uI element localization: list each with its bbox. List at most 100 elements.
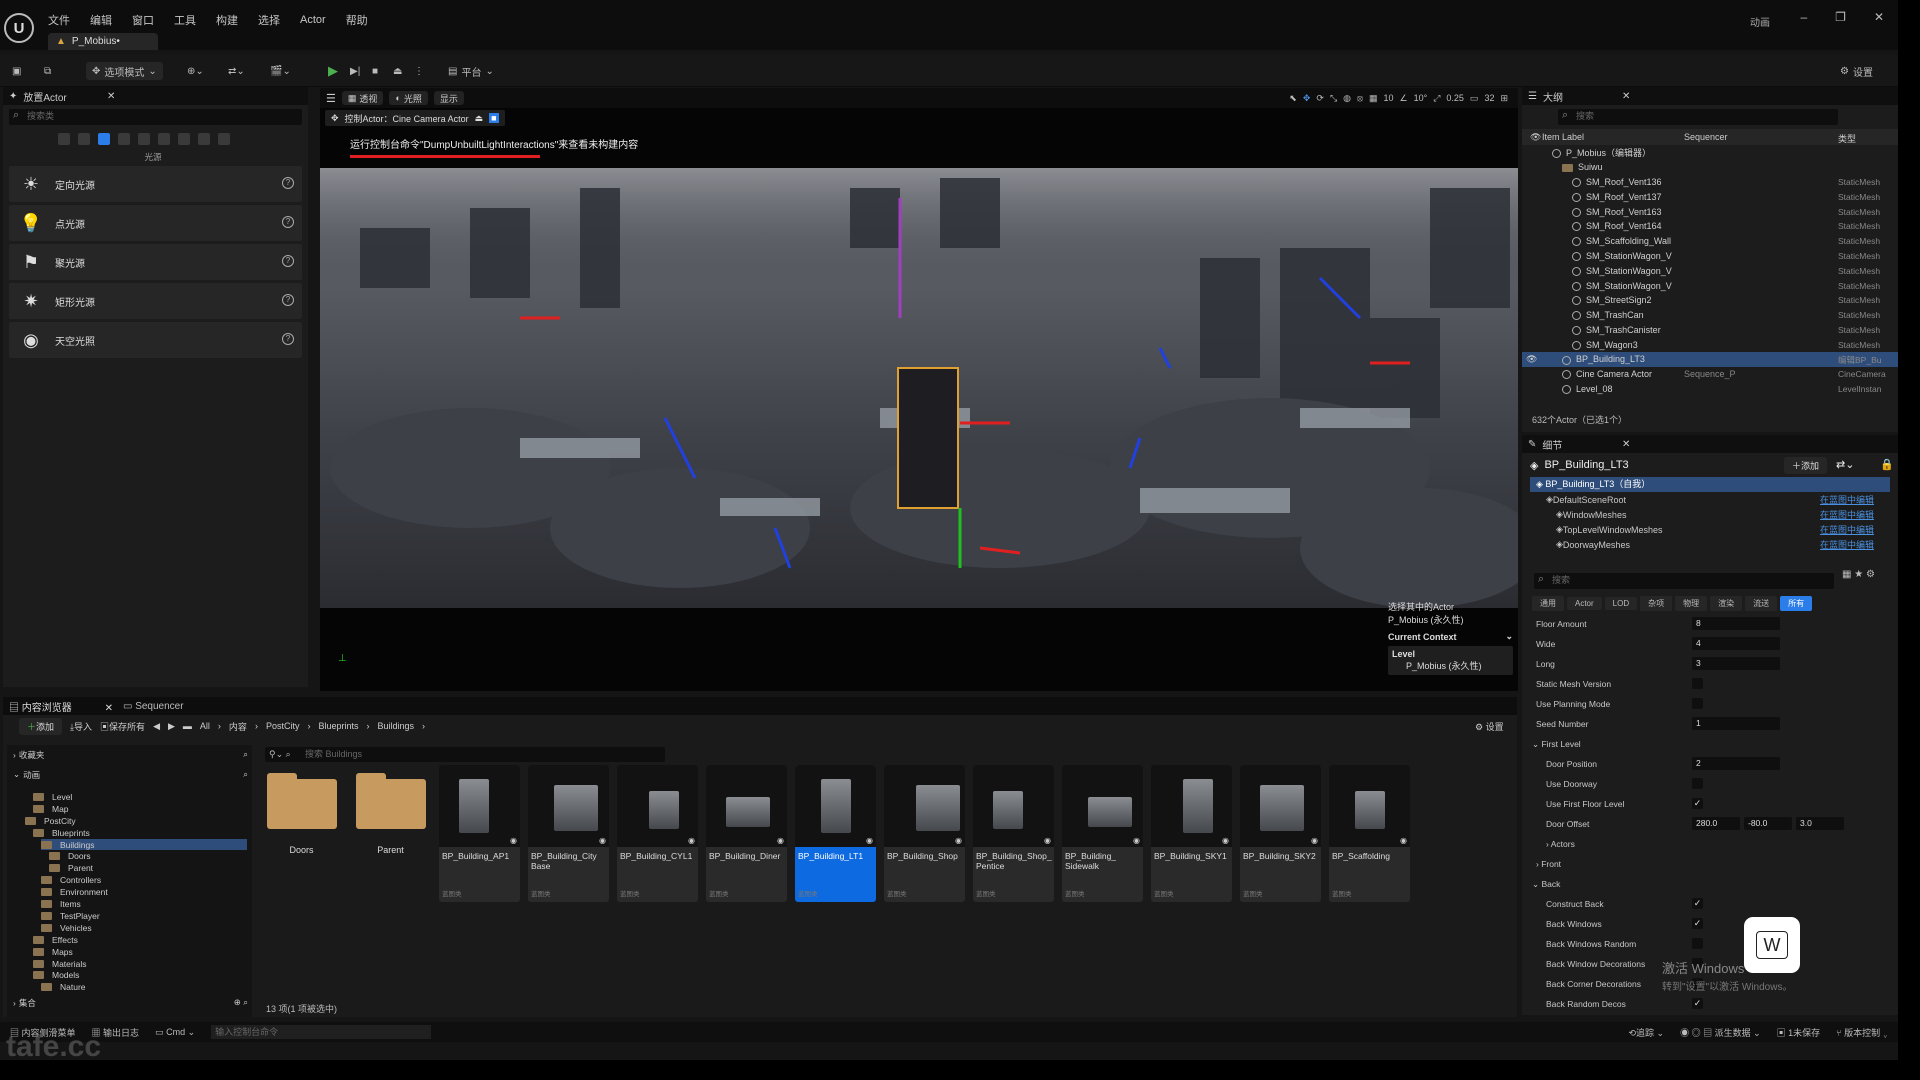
lights-icon[interactable] (98, 133, 110, 145)
blueprint-icon[interactable]: ⇄⌄ (228, 62, 245, 80)
outliner-row[interactable]: SM_TrashCanister StaticMesh (1522, 323, 1898, 338)
geometry-icon[interactable] (178, 133, 190, 145)
panel-tab[interactable]: ✦ 放置Actor ✕ (3, 87, 308, 105)
import-button[interactable]: ⤓导入 (70, 720, 92, 733)
asset-tile[interactable]: ◉ BP_Building_Diner 蓝图类 (706, 765, 787, 902)
property-value-input[interactable]: 2 (1692, 757, 1780, 770)
outliner-row[interactable]: SM_StationWagon_V StaticMesh (1522, 278, 1898, 293)
show-button[interactable]: 显示 (433, 91, 464, 105)
outliner-row[interactable]: SM_StationWagon_V StaticMesh (1522, 249, 1898, 264)
details-tab-4[interactable]: 物理 (1675, 596, 1708, 611)
save-all-button[interactable]: ▣保存所有 (100, 720, 145, 733)
layout-label[interactable]: 动画 (1750, 14, 1770, 29)
property-row[interactable]: Door Position 2 (1522, 755, 1898, 773)
asset-tile[interactable]: ◉ BP_Building_Shop_ Pentice 蓝图类 (973, 765, 1054, 902)
outliner-row[interactable]: SM_Roof_Vent137 StaticMesh (1522, 189, 1898, 204)
cmd-select[interactable]: ▭ Cmd ⌄ (155, 1027, 195, 1038)
menu-item[interactable]: 工具 (174, 12, 196, 28)
maximize-viewport-icon[interactable]: ⊞ (1500, 91, 1508, 105)
property-row[interactable]: Use Planning Mode (1522, 695, 1898, 713)
rotate-icon[interactable]: ⟳ (1316, 91, 1324, 105)
property-row[interactable]: Door Offset 280.0 -80.0 3.0 (1522, 815, 1898, 833)
current-context-row[interactable]: Current Context ⌄ (1388, 631, 1513, 642)
details-tab-5[interactable]: 渲染 (1710, 596, 1743, 611)
breadcrumb-item[interactable]: All (200, 721, 210, 731)
property-checkbox[interactable] (1692, 938, 1703, 949)
table-view-icon[interactable]: ▦ (1842, 569, 1851, 580)
rotation-snap-icon[interactable]: ∠ (1399, 91, 1407, 105)
outliner-row[interactable]: Suiwu (1522, 160, 1898, 175)
play-icon[interactable]: ▶ (328, 62, 338, 80)
derived-data-button[interactable]: ◉ ◎ ▤ 派生数据 ⌄ (1680, 1026, 1761, 1039)
shapes-icon[interactable] (118, 133, 130, 145)
property-checkbox[interactable]: ✓ (1692, 998, 1703, 1009)
cb-settings-button[interactable]: ⚙ 设置 (1475, 720, 1504, 733)
edit-in-blueprint-link[interactable]: 在蓝图中编辑 (1820, 508, 1874, 521)
world-icon[interactable]: ◍ (1343, 91, 1351, 105)
asset-tile[interactable]: ◉ BP_Building_ Sidewalk 蓝图类 (1062, 765, 1143, 902)
asset-tile[interactable]: ◉ BP_Building_SKY1 蓝图类 (1151, 765, 1232, 902)
breadcrumb-item[interactable]: PostCity (266, 721, 300, 731)
blueprint-options-icon[interactable]: ⇄⌄ (1836, 458, 1854, 471)
property-row[interactable]: Wide 4 (1522, 635, 1898, 653)
source-control-button[interactable]: ⑂ 版本控制 ⌄ (1836, 1026, 1888, 1039)
asset-tile[interactable]: ◉ BP_Building_LT1 蓝图类 (795, 765, 876, 902)
breadcrumb-item[interactable]: Blueprints (318, 721, 358, 731)
visibility-icon[interactable]: 👁 (1526, 354, 1537, 365)
perspective-button[interactable]: ▦ 透视 (341, 91, 384, 105)
vector-component-input[interactable]: 280.0 (1692, 817, 1740, 830)
property-value-input[interactable]: 4 (1692, 637, 1780, 650)
favorite-icon[interactable]: ★ (1854, 569, 1863, 580)
property-row[interactable]: Long 3 (1522, 655, 1898, 673)
camera-lock-icon[interactable]: ■ (489, 113, 499, 123)
maximize-icon[interactable]: ❐ (1835, 10, 1846, 24)
self-component-row[interactable]: ◈ BP_Building_LT3（自我） (1530, 477, 1890, 492)
menu-item[interactable]: 帮助 (346, 12, 368, 28)
outliner-search-input[interactable]: 搜索 (1558, 109, 1838, 125)
help-icon[interactable]: ? (282, 294, 294, 306)
search-icon[interactable]: ⌕ (243, 769, 248, 780)
property-row[interactable]: › Front (1522, 855, 1898, 873)
folder-tree-item[interactable]: Doors (49, 851, 247, 863)
property-checkbox[interactable]: ✓ (1692, 798, 1703, 809)
breadcrumb-item[interactable]: Buildings (377, 721, 414, 731)
level-tab[interactable]: ▲ P_Mobius• (48, 33, 158, 50)
property-value-input[interactable]: 1 (1692, 717, 1780, 730)
component-row[interactable]: ◈ DefaultSceneRoot 在蓝图中编辑 (1522, 492, 1898, 507)
details-tab-2[interactable]: LOD (1604, 597, 1638, 610)
add-actor-icon[interactable]: ⊕⌄ (187, 62, 204, 80)
outliner-row[interactable]: SM_Wagon3 StaticMesh (1522, 337, 1898, 352)
property-row[interactable]: Back Windows ✓ (1522, 915, 1898, 933)
scale-snap-value[interactable]: 0.25 (1446, 91, 1464, 105)
vector-component-input[interactable]: 3.0 (1796, 817, 1844, 830)
outliner-row[interactable]: SM_Roof_Vent164 StaticMesh (1522, 219, 1898, 234)
vector-component-input[interactable]: -80.0 (1744, 817, 1792, 830)
add-component-button[interactable]: ＋添加 (1784, 457, 1828, 474)
folder-tree-item[interactable]: Environment (41, 886, 247, 898)
unreal-logo-icon[interactable]: U (4, 13, 34, 43)
property-row[interactable]: Use Doorway (1522, 775, 1898, 793)
outliner-row[interactable]: SM_StreetSign2 StaticMesh (1522, 293, 1898, 308)
folder-tree-item[interactable]: Materials (33, 958, 247, 970)
property-row[interactable]: Seed Number 1 (1522, 715, 1898, 733)
folder-tile[interactable]: Doors (261, 765, 342, 875)
gear-icon[interactable]: ⚙ (1866, 569, 1875, 580)
edit-in-blueprint-link[interactable]: 在蓝图中编辑 (1820, 493, 1874, 506)
select-icon[interactable]: ⬉ (1289, 91, 1297, 105)
minimize-icon[interactable]: – (1800, 10, 1807, 24)
menu-item[interactable]: 窗口 (132, 12, 154, 28)
context-level-box[interactable]: Level P_Mobius (永久性) (1388, 646, 1513, 675)
breadcrumb-item[interactable]: 内容 (229, 720, 247, 733)
property-checkbox[interactable]: ✓ (1692, 898, 1703, 909)
folder-tree-item[interactable]: Buildings (41, 838, 247, 851)
camera-speed-value[interactable]: 32 (1484, 91, 1494, 105)
component-row[interactable]: ◈ WindowMeshes 在蓝图中编辑 (1522, 507, 1898, 522)
property-row[interactable]: Floor Amount 8 (1522, 615, 1898, 633)
trace-button[interactable]: ⟲追踪 ⌄ (1628, 1026, 1664, 1039)
folder-tree-item[interactable]: Controllers (41, 874, 247, 886)
outliner-row[interactable]: SM_Roof_Vent136 StaticMesh (1522, 175, 1898, 190)
browse-icon[interactable]: ⧉ (44, 62, 51, 80)
asset-tile[interactable]: ◉ BP_Building_CYL1 蓝图类 (617, 765, 698, 902)
details-tab-0[interactable]: 通用 (1532, 596, 1564, 611)
sequencer-column[interactable]: Sequencer (1684, 132, 1728, 142)
